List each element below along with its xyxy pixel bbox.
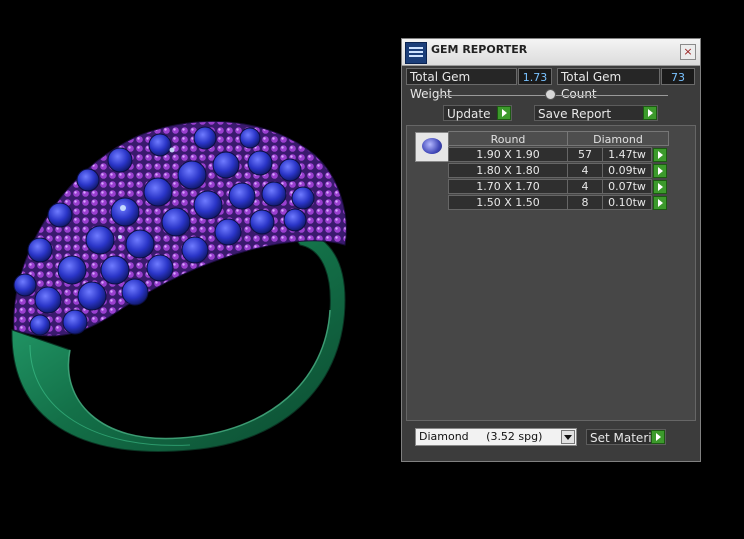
- material-select[interactable]: Diamond (3.52 spg): [415, 428, 577, 446]
- slider-handle[interactable]: [545, 89, 556, 100]
- play-arrow-icon: [643, 106, 657, 120]
- round-gem-icon[interactable]: [415, 132, 449, 162]
- gem-reporter-app-icon: [405, 42, 427, 64]
- material-select-value: Diamond (3.52 spg): [419, 430, 543, 443]
- gem-weight: 0.10tw: [602, 195, 652, 210]
- total-gem-weight-label: Total Gem Weight: [406, 68, 517, 101]
- total-gem-count-label: Total Gem Count: [557, 68, 660, 101]
- update-button-label: Update: [447, 107, 491, 121]
- gem-weight: 1.47tw: [602, 147, 652, 162]
- save-report-button[interactable]: Save Report: [534, 105, 658, 121]
- play-arrow-icon: [497, 106, 511, 120]
- play-arrow-icon[interactable]: [653, 148, 667, 162]
- gem-count: 4: [567, 163, 603, 178]
- material-header: Diamond: [567, 131, 669, 146]
- gem-table-area: Round Diamond 1.90 X 1.90 57 1.47tw 1.80…: [406, 125, 696, 421]
- ring-model[interactable]: [11, 121, 347, 452]
- close-icon[interactable]: ×: [680, 44, 696, 60]
- panel-title: GEM REPORTER: [431, 43, 528, 56]
- play-arrow-icon[interactable]: [653, 164, 667, 178]
- gem-size: 1.90 X 1.90: [448, 147, 568, 162]
- set-material-button[interactable]: Set Material: [586, 429, 666, 445]
- title-bar[interactable]: GEM REPORTER ×: [402, 39, 700, 66]
- gem-size: 1.50 X 1.50: [448, 195, 568, 210]
- gem-reporter-panel: GEM REPORTER × Total Gem Weight 1.73 Tot…: [401, 38, 701, 462]
- play-arrow-icon: [651, 430, 665, 444]
- gem-size: 1.70 X 1.70: [448, 179, 568, 194]
- play-arrow-icon[interactable]: [653, 196, 667, 210]
- shape-header: Round: [448, 131, 568, 146]
- total-gem-weight-value: 1.73: [518, 68, 552, 85]
- dropdown-arrow-icon[interactable]: [561, 430, 575, 444]
- gem-count: 8: [567, 195, 603, 210]
- gem-weight: 0.07tw: [602, 179, 652, 194]
- gem-weight: 0.09tw: [602, 163, 652, 178]
- update-button[interactable]: Update: [443, 105, 512, 121]
- gem-size: 1.80 X 1.80: [448, 163, 568, 178]
- save-report-button-label: Save Report: [538, 107, 612, 121]
- gem-count: 4: [567, 179, 603, 194]
- gem-count: 57: [567, 147, 603, 162]
- play-arrow-icon[interactable]: [653, 180, 667, 194]
- total-gem-count-value: 73: [661, 68, 695, 85]
